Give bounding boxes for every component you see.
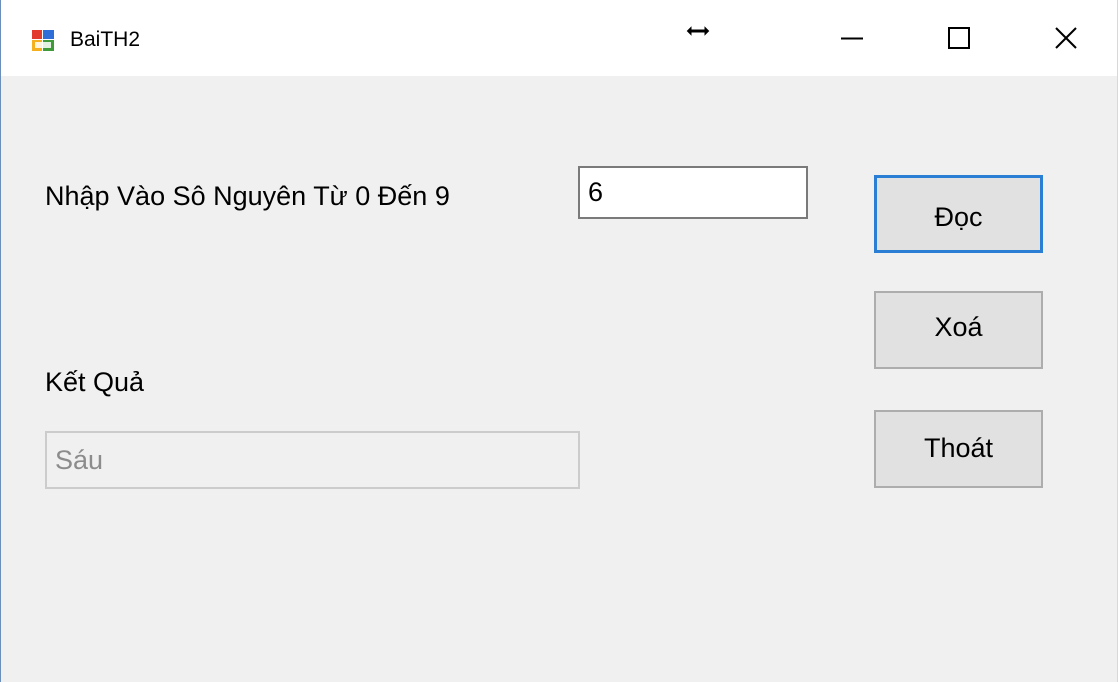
exit-button[interactable]: Thoát (874, 410, 1043, 488)
result-label: Kết Quả (45, 367, 145, 397)
title-bar[interactable]: BaiTH2 (1, 0, 1117, 76)
winforms-app-icon[interactable] (32, 29, 54, 51)
result-field (45, 431, 580, 489)
input-label: Nhập Vào Sô Nguyên Từ 0 Đến 9 (45, 181, 450, 211)
minimize-icon (841, 37, 863, 40)
maximize-icon (948, 27, 970, 49)
minimize-button[interactable] (806, 0, 898, 76)
app-window: BaiTH2 Nhập Vào Sô Nguyên Từ 0 Đến 9 Kết… (0, 0, 1118, 682)
horizontal-resize-cursor-icon (685, 23, 711, 39)
window-title: BaiTH2 (70, 28, 141, 51)
clear-button[interactable]: Xoá (874, 291, 1043, 369)
close-button[interactable] (1020, 0, 1112, 76)
close-icon (1055, 27, 1077, 49)
maximize-button[interactable] (913, 0, 1005, 76)
number-input[interactable] (578, 166, 808, 219)
read-button[interactable]: Đọc (874, 175, 1043, 253)
